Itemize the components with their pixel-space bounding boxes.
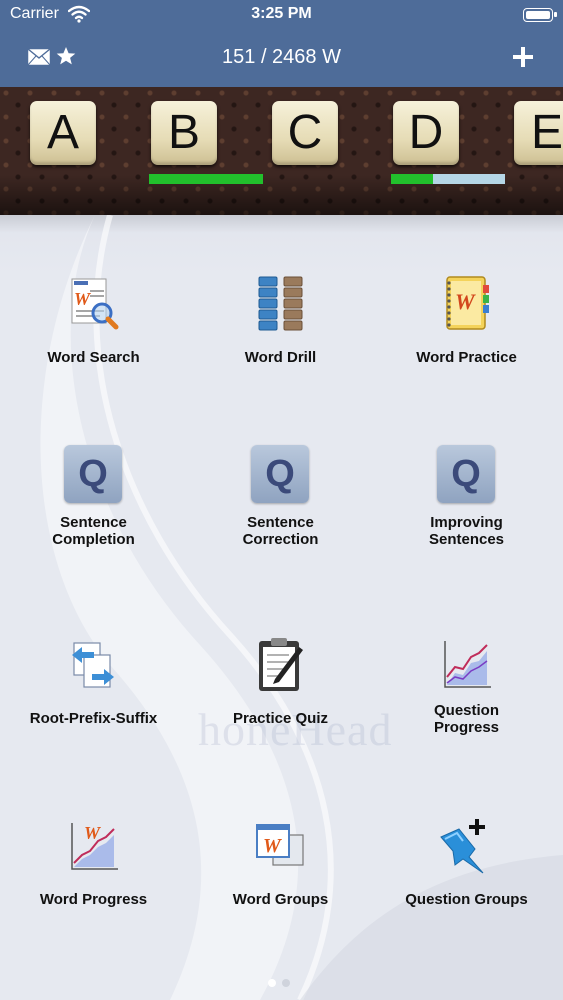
letter-tile-e[interactable]: E <box>514 101 563 165</box>
menu-item-word-practice[interactable]: W Word Practice <box>373 271 560 421</box>
word-count-title: 151 / 2468 W <box>222 46 341 68</box>
menu-item-root-prefix-suffix[interactable]: Root-Prefix-Suffix <box>0 633 187 783</box>
menu-item-label: Sentence Correction <box>242 514 319 548</box>
letter-progress-bar <box>391 174 505 184</box>
letter-tile-c[interactable]: C <box>272 101 338 165</box>
page-indicator[interactable] <box>265 974 293 992</box>
menu-item-label: Question Groups <box>405 891 528 908</box>
page-dot <box>282 979 290 987</box>
q-icon: Q <box>437 445 503 511</box>
q-icon-letter: Q <box>64 445 122 503</box>
menu-item-question-progress[interactable]: Question Progress <box>373 633 560 783</box>
menu-item-label: Word Drill <box>244 349 317 366</box>
letter-tile-d[interactable]: D <box>393 101 459 165</box>
svg-text:W: W <box>455 289 476 314</box>
pin-add-icon <box>433 815 499 881</box>
root-prefix-suffix-icon <box>60 633 126 699</box>
menu-item-label: Word Groups <box>232 891 329 908</box>
app-screen: Carrier 3:25 PM 151 / 2468 W ABCDE honeH… <box>0 0 563 1000</box>
letter-progress-fill <box>391 174 433 184</box>
menu-item-label: Question Progress <box>433 702 500 736</box>
menu-item-label: Word Search <box>47 349 140 366</box>
menu-item-sentence-correction[interactable]: Q Sentence Correction <box>187 445 374 599</box>
word-groups-icon: W <box>247 815 313 881</box>
word-practice-icon: W <box>433 271 499 337</box>
letter-tile-a[interactable]: A <box>30 101 96 165</box>
progress-chart-icon <box>433 633 499 699</box>
q-icon: Q <box>251 445 317 511</box>
page-dot-active <box>268 979 276 987</box>
svg-text:W: W <box>84 823 102 843</box>
menu-item-word-progress[interactable]: W Word Progress <box>0 815 187 965</box>
menu-item-word-groups[interactable]: W Word Groups <box>187 815 374 965</box>
svg-text:W: W <box>74 289 92 309</box>
menu-item-label: Improving Sentences <box>428 514 505 548</box>
word-progress-chart-icon: W <box>60 815 126 881</box>
menu-item-label: Root-Prefix-Suffix <box>29 710 158 727</box>
q-icon-letter: Q <box>437 445 495 503</box>
plus-icon[interactable] <box>512 46 534 68</box>
menu-item-practice-quiz[interactable]: Practice Quiz <box>187 633 374 783</box>
menu-item-question-groups[interactable]: Question Groups <box>373 815 560 965</box>
menu-item-word-drill[interactable]: Word Drill <box>187 271 374 421</box>
battery-icon <box>523 8 557 22</box>
clock: 3:25 PM <box>251 5 312 22</box>
clipboard-icon <box>247 633 313 699</box>
menu-item-sentence-completion[interactable]: Q Sentence Completion <box>0 445 187 599</box>
q-icon: Q <box>64 445 130 511</box>
word-search-icon: W <box>60 271 126 337</box>
q-icon-letter: Q <box>251 445 309 503</box>
menu-item-label: Practice Quiz <box>232 710 329 727</box>
menu-item-label: Word Progress <box>39 891 148 908</box>
letter-progress-fill <box>149 174 263 184</box>
word-drill-icon <box>247 271 313 337</box>
menu-item-label: Sentence Completion <box>52 514 135 548</box>
letter-tiles-bar: ABCDE <box>0 87 563 215</box>
nav-bar: 151 / 2468 W <box>0 30 563 87</box>
letter-progress-bar <box>149 174 263 184</box>
status-bar: Carrier 3:25 PM <box>0 0 563 30</box>
letter-tile-b[interactable]: B <box>151 101 217 165</box>
svg-text:W: W <box>263 835 282 857</box>
menu-item-label: Word Practice <box>416 349 517 366</box>
menu-item-word-search[interactable]: W Word Search <box>0 271 187 421</box>
menu-item-improving-sentences[interactable]: Q Improving Sentences <box>373 445 560 599</box>
